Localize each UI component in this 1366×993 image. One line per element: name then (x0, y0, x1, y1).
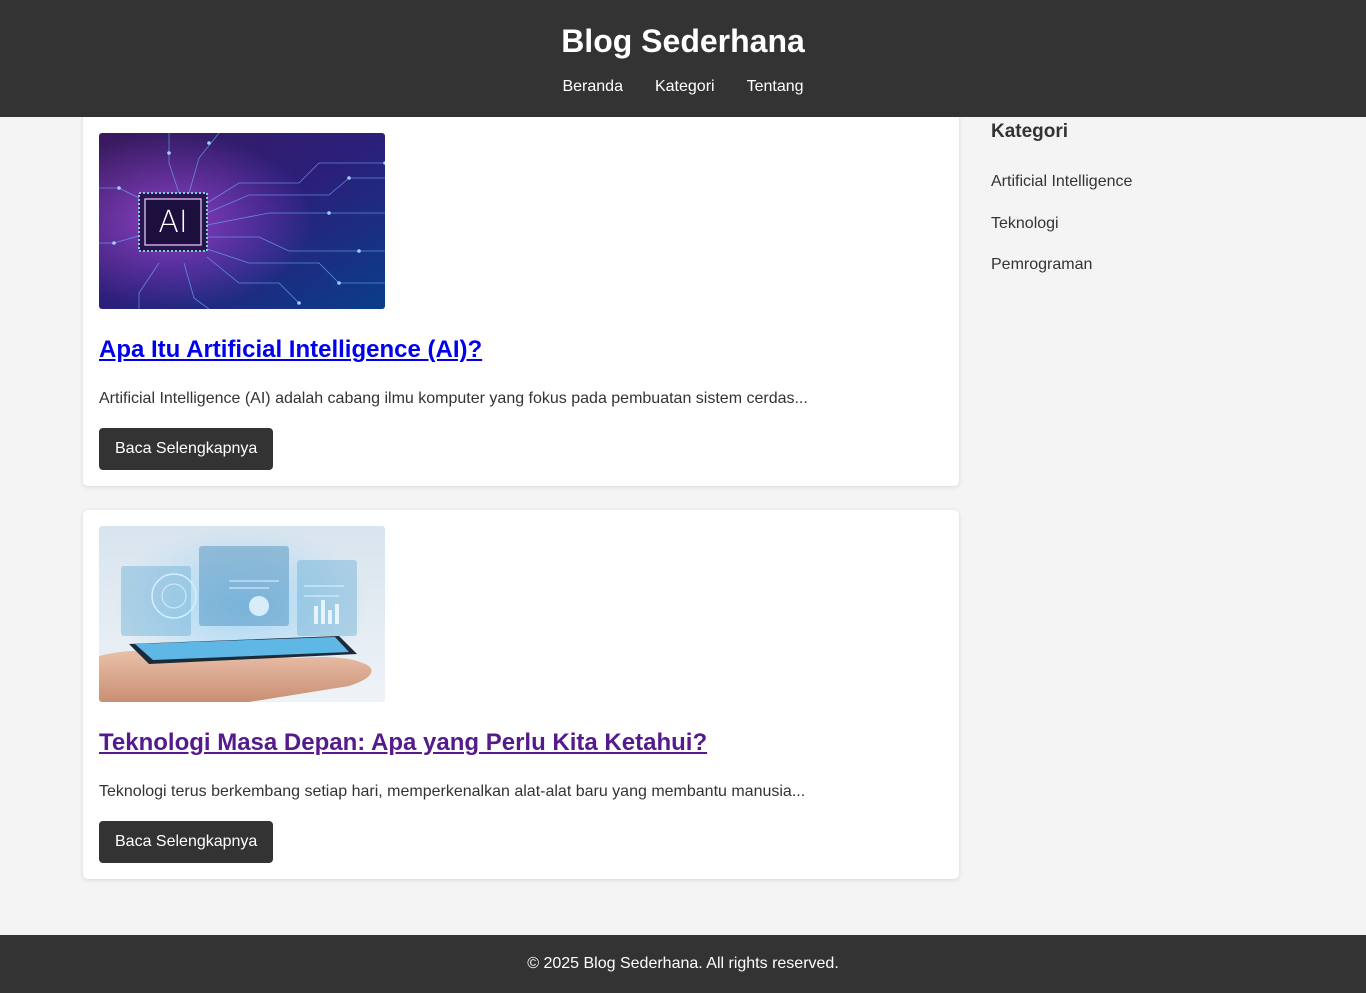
post-card: AI Apa Itu Artificial Intelligence (AI)?… (83, 117, 959, 486)
nav-link-tentang[interactable]: Tentang (747, 77, 804, 97)
post-card: Teknologi Masa Depan: Apa yang Perlu Kit… (83, 510, 959, 879)
post-image-ai: AI (99, 133, 385, 309)
sidebar: Kategori Artificial Intelligence Teknolo… (991, 120, 1291, 297)
post-title: Apa Itu Artificial Intelligence (AI)? (99, 335, 482, 365)
post-excerpt: Artificial Intelligence (AI) adalah caba… (99, 390, 808, 407)
svg-text:AI: AI (158, 205, 187, 240)
list-item: Artificial Intelligence (991, 172, 1291, 214)
category-list: Artificial Intelligence Teknologi Pemrog… (991, 172, 1291, 297)
post-title: Teknologi Masa Depan: Apa yang Perlu Kit… (99, 728, 707, 758)
category-link-teknologi[interactable]: Teknologi (991, 215, 1059, 232)
ai-chip-image: AI (99, 133, 385, 309)
category-link-ai[interactable]: Artificial Intelligence (991, 173, 1132, 190)
nav-link-kategori[interactable]: Kategori (655, 77, 715, 97)
read-more-button[interactable]: Baca Selengkapnya (99, 821, 274, 863)
post-title-link[interactable]: Apa Itu Artificial Intelligence (AI)? (99, 336, 482, 363)
site-header: Blog Sederhana Beranda Kategori Tentang (0, 0, 1366, 117)
sidebar-title: Kategori (991, 121, 1069, 142)
list-item: Teknologi (991, 214, 1291, 256)
site-title: Blog Sederhana (561, 23, 805, 59)
site-footer: © 2025 Blog Sederhana. All rights reserv… (0, 935, 1366, 993)
main-nav: Beranda Kategori Tentang (0, 77, 1366, 97)
nav-link-beranda[interactable]: Beranda (562, 77, 623, 97)
post-excerpt: Teknologi terus berkembang setiap hari, … (99, 783, 806, 800)
footer-copyright: © 2025 Blog Sederhana. All rights reserv… (527, 955, 839, 972)
list-item: Pemrograman (991, 255, 1291, 297)
category-link-pemrograman[interactable]: Pemrograman (991, 256, 1092, 273)
read-more-button[interactable]: Baca Selengkapnya (99, 428, 274, 470)
post-image-tech (99, 526, 385, 702)
post-title-link[interactable]: Teknologi Masa Depan: Apa yang Perlu Kit… (99, 729, 707, 756)
tablet-hologram-image (99, 526, 385, 702)
